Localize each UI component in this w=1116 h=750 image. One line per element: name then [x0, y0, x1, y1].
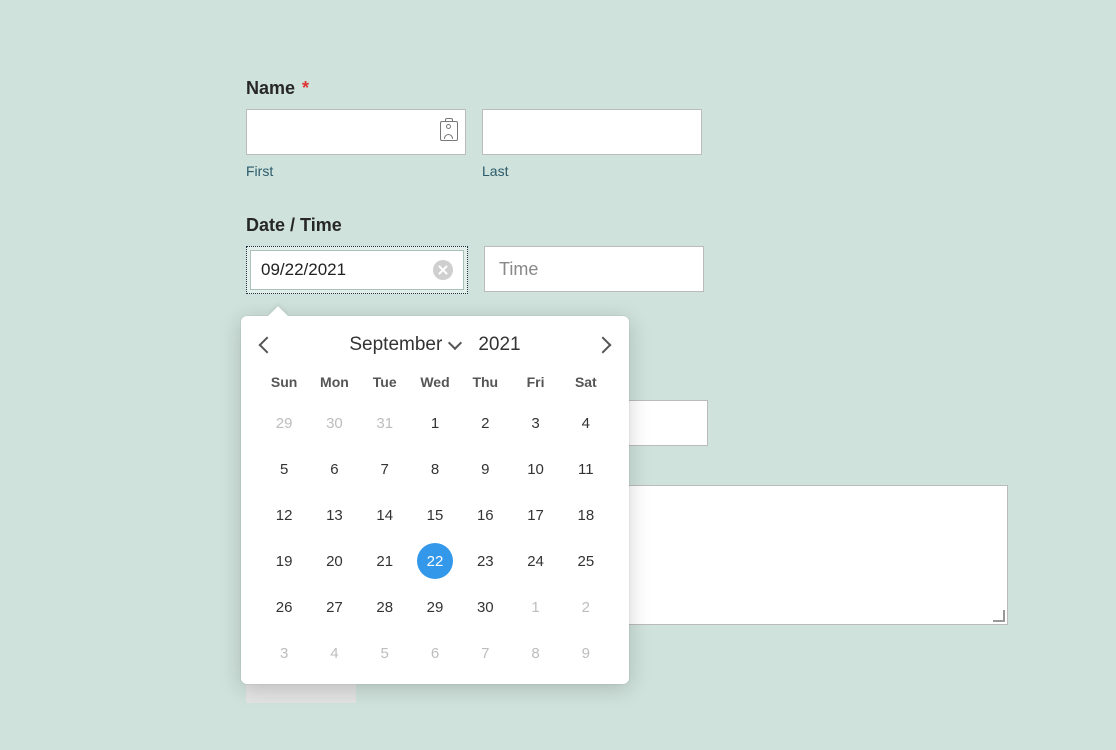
dow-header: Fri	[510, 368, 560, 400]
day[interactable]: 7	[360, 446, 410, 492]
dow-header: Tue	[360, 368, 410, 400]
day-other-month[interactable]: 2	[561, 584, 611, 630]
day-other-month[interactable]: 29	[259, 400, 309, 446]
day-other-month[interactable]: 30	[309, 400, 359, 446]
dow-header: Sat	[561, 368, 611, 400]
datepicker-title: September 2021	[349, 334, 520, 356]
day[interactable]: 28	[360, 584, 410, 630]
dow-header: Mon	[309, 368, 359, 400]
day[interactable]: 10	[510, 446, 560, 492]
day[interactable]: 19	[259, 538, 309, 584]
day-other-month[interactable]: 7	[460, 630, 510, 676]
next-month-icon[interactable]	[594, 337, 611, 354]
day[interactable]: 23	[460, 538, 510, 584]
contact-card-icon[interactable]	[440, 121, 458, 141]
day-other-month[interactable]: 8	[510, 630, 560, 676]
day[interactable]: 17	[510, 492, 560, 538]
required-mark: *	[302, 78, 309, 98]
day[interactable]: 16	[460, 492, 510, 538]
datepicker-popup: September 2021 SunMonTueWedThuFriSat2930…	[241, 316, 629, 684]
first-name-input[interactable]	[246, 109, 466, 155]
day[interactable]: 20	[309, 538, 359, 584]
prev-month-icon[interactable]	[259, 337, 276, 354]
last-name-input[interactable]	[482, 109, 702, 155]
day-other-month[interactable]: 5	[360, 630, 410, 676]
date-time-label: Date / Time	[246, 215, 1006, 236]
day-other-month[interactable]: 31	[360, 400, 410, 446]
day[interactable]: 9	[460, 446, 510, 492]
day-other-month[interactable]: 1	[510, 584, 560, 630]
clear-date-icon[interactable]	[433, 260, 453, 280]
day[interactable]: 11	[561, 446, 611, 492]
day[interactable]: 6	[309, 446, 359, 492]
day[interactable]: 8	[410, 446, 460, 492]
day[interactable]: 1	[410, 400, 460, 446]
day[interactable]: 29	[410, 584, 460, 630]
day[interactable]: 18	[561, 492, 611, 538]
date-input-value: 09/22/2021	[261, 260, 433, 280]
day[interactable]: 27	[309, 584, 359, 630]
name-label-text: Name	[246, 78, 295, 98]
day-other-month[interactable]: 6	[410, 630, 460, 676]
month-dropdown-icon[interactable]	[448, 336, 462, 350]
day[interactable]: 15	[410, 492, 460, 538]
day[interactable]: 13	[309, 492, 359, 538]
first-sublabel: First	[246, 163, 466, 179]
day[interactable]: 2	[460, 400, 510, 446]
dow-header: Wed	[410, 368, 460, 400]
dow-header: Thu	[460, 368, 510, 400]
dow-header: Sun	[259, 368, 309, 400]
datepicker-arrow	[268, 306, 288, 326]
time-input[interactable]: Time	[484, 246, 704, 292]
day[interactable]: 12	[259, 492, 309, 538]
day-selected[interactable]: 22	[410, 538, 460, 584]
resize-handle-icon[interactable]	[993, 610, 1005, 622]
day[interactable]: 24	[510, 538, 560, 584]
last-sublabel: Last	[482, 163, 702, 179]
day[interactable]: 4	[561, 400, 611, 446]
datepicker-year[interactable]: 2021	[478, 334, 520, 356]
date-input-wrapper[interactable]: 09/22/2021	[246, 246, 468, 294]
name-label: Name *	[246, 78, 1006, 99]
day-other-month[interactable]: 3	[259, 630, 309, 676]
day[interactable]: 26	[259, 584, 309, 630]
day[interactable]: 25	[561, 538, 611, 584]
day-other-month[interactable]: 9	[561, 630, 611, 676]
day[interactable]: 21	[360, 538, 410, 584]
day[interactable]: 14	[360, 492, 410, 538]
day-other-month[interactable]: 4	[309, 630, 359, 676]
datepicker-month[interactable]: September	[349, 334, 442, 356]
day[interactable]: 3	[510, 400, 560, 446]
date-input[interactable]: 09/22/2021	[250, 250, 464, 290]
day[interactable]: 30	[460, 584, 510, 630]
day[interactable]: 5	[259, 446, 309, 492]
time-input-placeholder: Time	[499, 259, 538, 280]
